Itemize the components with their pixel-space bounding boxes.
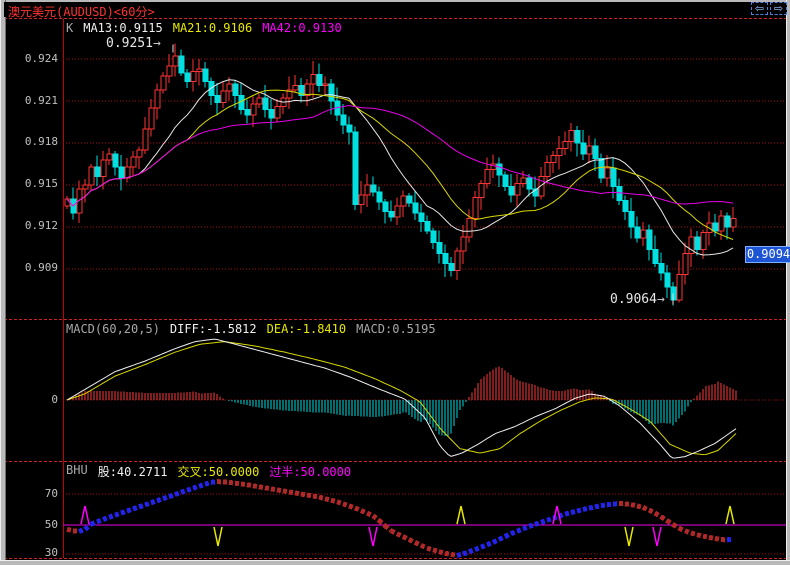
bhu-tick-30: 30 bbox=[44, 546, 58, 559]
bhu-tick-50: 50 bbox=[44, 518, 58, 531]
indicator-k-label: K bbox=[66, 21, 74, 35]
macd-name-label: MACD(60,20,5) bbox=[66, 322, 160, 336]
ma42-value-label: MA42:0.9130 bbox=[262, 21, 342, 35]
bhu-cross-label: 交叉:50.0000 bbox=[177, 465, 260, 479]
price-tick-0918: 0.918 bbox=[24, 135, 58, 148]
ma21-value-label: MA21:0.9106 bbox=[172, 21, 253, 35]
main-indicator-header: K MA13:0.9115 MA21:0.9106 MA42:0.9130 bbox=[66, 21, 342, 35]
bhu-half-label: 过半:50.0000 bbox=[269, 465, 352, 479]
left-arrow-icon: ⇦ bbox=[754, 3, 765, 15]
price-tick-0915: 0.915 bbox=[24, 177, 58, 190]
bhu-indicator-header: BHU 股:40.2711 交叉:50.0000 过半:50.0000 bbox=[66, 463, 351, 480]
chart-window: 澳元美元(AUDUSD)<60分> ⇦ ⇨ K MA13:0.9115 MA21… bbox=[0, 0, 790, 565]
price-tick-0924: 0.924 bbox=[24, 52, 58, 65]
forward-arrow-button[interactable]: ⇨ bbox=[770, 2, 787, 15]
back-arrow-button[interactable]: ⇦ bbox=[751, 2, 768, 15]
diff-value-label: DIFF:-1.5812 bbox=[169, 322, 257, 336]
bhu-tick-70: 70 bbox=[44, 487, 58, 500]
bhu-value-label: 股:40.2711 bbox=[97, 465, 168, 479]
chart-canvas[interactable] bbox=[0, 0, 790, 565]
bhu-name-label: BHU bbox=[66, 463, 88, 477]
title-bar: 澳元美元(AUDUSD)<60分> bbox=[4, 2, 786, 19]
macd-indicator-header: MACD(60,20,5) DIFF:-1.5812 DEA:-1.8410 M… bbox=[66, 322, 436, 336]
high-price-annotation: 0.9251→ bbox=[106, 36, 161, 51]
macd-value-label: MACD:0.5195 bbox=[356, 322, 436, 336]
price-tick-0909: 0.909 bbox=[24, 261, 58, 274]
window-frame-left bbox=[0, 0, 6, 565]
right-arrow-icon: ⇨ bbox=[773, 3, 784, 15]
window-frame-bottom bbox=[0, 560, 790, 565]
last-price-tag: 0.9094 bbox=[745, 246, 790, 263]
price-tick-0921: 0.921 bbox=[24, 94, 58, 107]
macd-zero-tick: 0 bbox=[51, 393, 58, 406]
right-arrow-icon: → bbox=[152, 36, 161, 51]
price-tick-0912: 0.912 bbox=[24, 219, 58, 232]
right-arrow-icon: → bbox=[656, 292, 665, 307]
low-price-annotation: 0.9064→ bbox=[610, 292, 665, 307]
ma13-value-label: MA13:0.9115 bbox=[83, 21, 163, 35]
dea-value-label: DEA:-1.8410 bbox=[266, 322, 347, 336]
window-frame-right bbox=[786, 0, 790, 565]
window-title: 澳元美元(AUDUSD)<60分> bbox=[8, 5, 155, 19]
